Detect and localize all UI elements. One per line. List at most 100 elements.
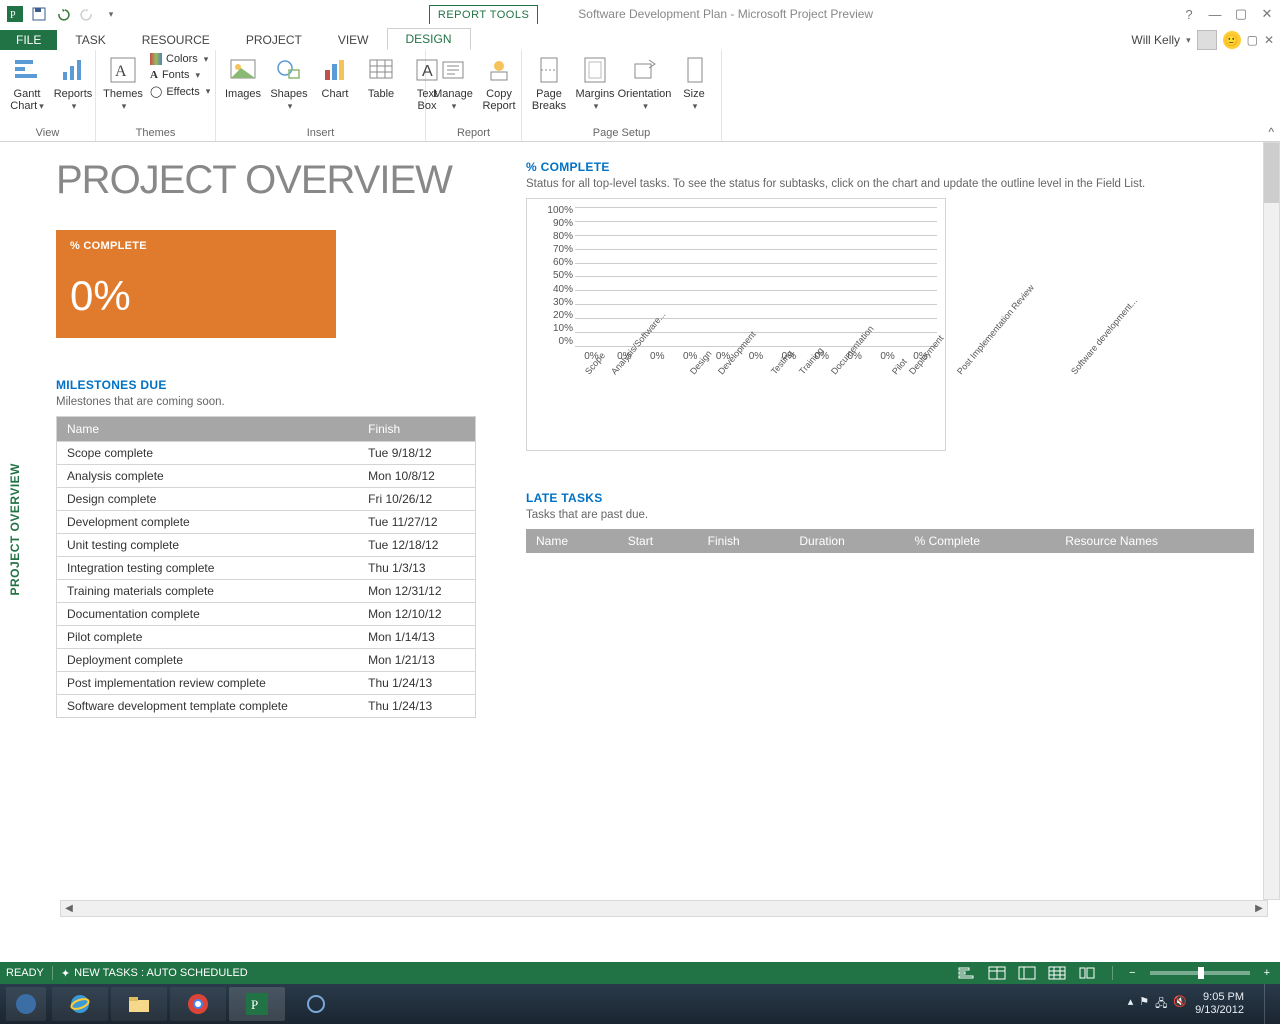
maximize-icon[interactable]: ▢ [1232,5,1250,23]
reports-button[interactable]: Reports▾ [52,52,94,114]
view-task-usage-icon[interactable] [984,964,1010,982]
table-row[interactable]: Design completeFri 10/26/12 [57,488,476,511]
chart-button[interactable]: Chart [314,52,356,102]
col-name: Name [57,417,359,442]
table-row[interactable]: Software development template completeTh… [57,695,476,718]
view-report-icon[interactable] [1074,964,1100,982]
status-newtasks[interactable]: NEW TASKS : AUTO SCHEDULED [74,967,248,979]
group-insert-label: Insert [222,125,419,141]
horizontal-scrollbar[interactable]: ◀ ▶ [60,900,1268,917]
svg-text:A: A [115,63,127,80]
help-icon[interactable]: ? [1180,5,1198,23]
app-icon[interactable]: P [4,3,26,25]
taskbar-ie[interactable] [52,987,108,1021]
zoom-slider[interactable] [1150,971,1250,975]
gantt-chart-button[interactable]: Gantt Chart▾ [6,52,48,114]
new-tasks-mode-icon[interactable]: ✦ [61,967,70,980]
avatar[interactable] [1197,30,1217,50]
tray-up-icon[interactable]: ▴ [1128,995,1134,1014]
zoom-in-button[interactable]: + [1260,967,1274,979]
minimize-icon[interactable]: — [1206,5,1224,23]
close-doc-icon[interactable]: ✕ [1264,33,1274,47]
show-desktop-button[interactable] [1264,984,1274,1024]
tray-network-icon[interactable]: 🖧 [1155,995,1167,1014]
group-themes-label: Themes [102,125,209,141]
vertical-scrollbar[interactable] [1263,142,1280,900]
report-title: PROJECT OVERVIEW [56,160,476,200]
close-icon[interactable]: ✕ [1258,5,1276,23]
orientation-button[interactable]: Orientation▾ [620,52,669,114]
scroll-left-icon[interactable]: ◀ [61,901,77,916]
ribbon-collapse-icon[interactable]: ^ [1268,125,1274,139]
view-team-planner-icon[interactable] [1014,964,1040,982]
milestones-title: MILESTONES DUE [56,378,476,392]
tab-project[interactable]: PROJECT [228,30,320,50]
table-row[interactable]: Scope completeTue 9/18/12 [57,442,476,465]
start-button[interactable] [6,987,46,1021]
save-icon[interactable] [28,3,50,25]
table-row[interactable]: Deployment completeMon 1/21/13 [57,649,476,672]
table-row[interactable]: Post implementation review completeThu 1… [57,672,476,695]
view-resource-sheet-icon[interactable] [1044,964,1070,982]
table-button[interactable]: Table [360,52,402,102]
taskbar-project[interactable]: P [229,987,285,1021]
svg-text:P: P [251,997,258,1012]
colors-button[interactable]: Colors▾ [148,52,212,66]
themes-button[interactable]: A Themes▾ [102,52,144,114]
scroll-right-icon[interactable]: ▶ [1251,901,1267,916]
manage-button[interactable]: Manage▾ [432,52,474,114]
size-button[interactable]: Size▾ [673,52,715,114]
late-tasks-sub: Tasks that are past due. [526,509,1254,521]
margins-button[interactable]: Margins▾ [574,52,616,114]
side-tab-project-overview[interactable]: PROJECT OVERVIEW [0,142,30,917]
restore-window-icon[interactable]: ▢ [1247,33,1258,47]
taskbar-chrome[interactable] [170,987,226,1021]
tab-file[interactable]: FILE [0,30,57,50]
system-clock[interactable]: 9:05 PM 9/13/2012 [1195,991,1250,1017]
tab-task[interactable]: TASK [57,30,123,50]
page-breaks-button[interactable]: Page Breaks [528,52,570,114]
group-page-setup-label: Page Setup [528,125,715,141]
images-button[interactable]: Images [222,52,264,102]
taskbar-snagit[interactable] [288,987,344,1021]
qat-customize-icon[interactable]: ▾ [100,3,122,25]
app-title: Software Development Plan - Microsoft Pr… [578,7,873,21]
percent-complete-chart[interactable]: 100%90%80%70%60%50%40%30%20%10%0% 0%0%0%… [526,198,946,451]
pct-chart-title: % COMPLETE [526,160,1254,174]
tab-design[interactable]: DESIGN [387,28,471,50]
table-row[interactable]: Pilot completeMon 1/14/13 [57,626,476,649]
table-row[interactable]: Training materials completeMon 12/31/12 [57,580,476,603]
feedback-smiley-icon[interactable]: 🙂 [1223,31,1241,49]
tray-sound-icon[interactable]: 🔇 [1173,995,1187,1014]
percent-complete-value: 0% [70,272,322,320]
milestones-table[interactable]: Name Finish Scope completeTue 9/18/12Ana… [56,416,476,718]
milestones-sub: Milestones that are coming soon. [56,396,476,408]
table-row[interactable]: Development completeTue 11/27/12 [57,511,476,534]
tab-view[interactable]: VIEW [320,30,387,50]
late-tasks-title: LATE TASKS [526,491,1254,505]
effects-button[interactable]: ◯Effects▾ [148,84,212,99]
fonts-button[interactable]: AFonts▾ [148,68,212,82]
percent-complete-label: % COMPLETE [70,240,322,252]
zoom-out-button[interactable]: − [1125,967,1139,979]
table-row[interactable]: Unit testing completeTue 12/18/12 [57,534,476,557]
copy-report-button[interactable]: Copy Report [478,52,520,114]
col-finish: Finish [358,417,475,442]
tab-resource[interactable]: RESOURCE [124,30,228,50]
user-menu-icon[interactable]: ▾ [1186,35,1191,46]
status-ready: READY [6,967,44,979]
table-row[interactable]: Integration testing completeThu 1/3/13 [57,557,476,580]
percent-complete-card[interactable]: % COMPLETE 0% [56,230,336,338]
user-name[interactable]: Will Kelly [1131,33,1180,47]
group-report-label: Report [432,125,515,141]
table-row[interactable]: Analysis completeMon 10/8/12 [57,465,476,488]
table-row[interactable]: Documentation completeMon 12/10/12 [57,603,476,626]
redo-icon[interactable] [76,3,98,25]
tray-flag-icon[interactable]: ⚑ [1139,995,1149,1014]
shapes-button[interactable]: Shapes▾ [268,52,310,114]
taskbar-explorer[interactable] [111,987,167,1021]
undo-icon[interactable] [52,3,74,25]
late-tasks-table[interactable]: Name Start Finish Duration % Complete Re… [526,529,1254,553]
view-gantt-icon[interactable] [954,964,980,982]
pct-chart-sub: Status for all top-level tasks. To see t… [526,178,1254,190]
